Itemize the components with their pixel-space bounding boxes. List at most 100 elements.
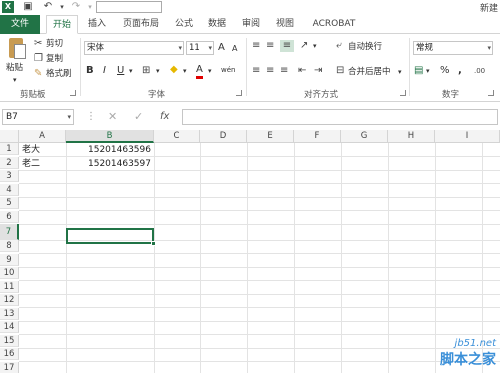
redo-icon[interactable]: ↷ (70, 1, 82, 13)
cut-button[interactable]: 剪切 (46, 38, 63, 50)
cell-a1[interactable]: 老大 (22, 144, 64, 156)
shrink-font-button[interactable]: A (232, 43, 237, 55)
grow-font-button[interactable]: A (218, 42, 225, 54)
font-color-dropdown-icon[interactable]: ▾ (208, 65, 212, 77)
align-center-icon[interactable]: ≡ (266, 65, 274, 77)
formula-input[interactable] (182, 109, 498, 125)
tab-review[interactable]: 审阅 (236, 15, 266, 34)
merge-dropdown-icon[interactable]: ▾ (398, 66, 402, 78)
worksheet-grid[interactable]: A B C D E F G H I 1 2 3 4 5 6 7 8 9 10 1… (0, 130, 500, 373)
row-header-7[interactable]: 7 (0, 224, 19, 240)
name-box[interactable]: B7 ▾ (2, 109, 74, 125)
column-header-e[interactable]: E (247, 130, 294, 143)
select-all-corner[interactable] (0, 130, 19, 143)
borders-dropdown-icon[interactable]: ▾ (156, 65, 160, 77)
copy-icon[interactable]: ❐ (34, 53, 43, 65)
row-header-11[interactable]: 11 (0, 280, 19, 293)
number-format-select[interactable]: 常规 ▾ (413, 41, 493, 55)
row-header-4[interactable]: 4 (0, 183, 19, 196)
row-header-6[interactable]: 6 (0, 210, 19, 223)
column-header-f[interactable]: F (294, 130, 341, 143)
fill-color-dropdown-icon[interactable]: ▾ (183, 65, 187, 77)
paste-dropdown-icon[interactable]: ▾ (13, 74, 17, 86)
paste-button[interactable]: 粘贴 (6, 62, 23, 74)
font-launcher-icon[interactable] (236, 90, 242, 96)
tab-insert[interactable]: 插入 (82, 15, 112, 34)
row-header-1[interactable]: 1 (0, 143, 19, 155)
tab-page-layout[interactable]: 页面布局 (116, 15, 166, 34)
row-header-9[interactable]: 9 (0, 253, 19, 266)
fill-color-icon[interactable]: ◆ (170, 64, 178, 76)
row-header-14[interactable]: 14 (0, 321, 19, 333)
fill-handle[interactable] (151, 241, 156, 246)
column-header-b[interactable]: B (66, 130, 154, 143)
format-painter-button[interactable]: 格式刷 (46, 68, 72, 80)
column-header-c[interactable]: C (154, 130, 200, 143)
column-header-a[interactable]: A (19, 130, 66, 143)
column-header-d[interactable]: D (200, 130, 247, 143)
wrap-text-button[interactable]: 自动换行 (348, 41, 382, 53)
underline-button[interactable]: U (117, 65, 124, 77)
alignment-launcher-icon[interactable] (400, 90, 406, 96)
italic-button[interactable]: I (103, 65, 106, 77)
merge-center-icon[interactable]: ⊟ (336, 65, 344, 77)
clipboard-launcher-icon[interactable] (70, 90, 76, 96)
accounting-format-icon[interactable]: ▤ (414, 65, 423, 77)
row-header-15[interactable]: 15 (0, 334, 19, 347)
save-icon[interactable]: ▣ (22, 1, 34, 13)
undo-icon[interactable]: ↶ (42, 1, 54, 13)
increase-decimal-icon[interactable]: .00 (474, 65, 485, 77)
align-middle-icon[interactable]: ≡ (266, 40, 274, 52)
percent-button[interactable]: % (440, 65, 450, 77)
wrap-text-icon[interactable]: ⤶ (336, 40, 342, 52)
column-header-g[interactable]: G (341, 130, 388, 143)
font-size-select[interactable]: 11 ▾ (186, 41, 214, 55)
align-top-icon[interactable]: ≡ (252, 40, 260, 52)
borders-icon[interactable]: ⊞ (142, 65, 150, 77)
quick-access-box[interactable] (96, 1, 162, 13)
cell-b1[interactable]: 15201463596 (68, 144, 151, 156)
bold-button[interactable]: B (86, 65, 94, 77)
column-header-i[interactable]: I (435, 130, 500, 143)
tab-view[interactable]: 视图 (270, 15, 300, 34)
decrease-indent-icon[interactable]: ⇤ (298, 65, 306, 77)
row-header-5[interactable]: 5 (0, 197, 19, 209)
phonetic-button[interactable]: wén (221, 64, 235, 76)
row-header-3[interactable]: 3 (0, 170, 19, 182)
tab-acrobat[interactable]: ACROBAT (306, 15, 362, 34)
align-left-icon[interactable]: ≡ (252, 65, 260, 77)
row-header-2[interactable]: 2 (0, 156, 19, 169)
tab-home[interactable]: 开始 (46, 15, 78, 34)
comma-button[interactable]: , (458, 65, 462, 77)
number-launcher-icon[interactable] (488, 90, 494, 96)
align-right-icon[interactable]: ≡ (280, 65, 288, 77)
row-header-13[interactable]: 13 (0, 307, 19, 320)
tab-data[interactable]: 数据 (202, 15, 232, 34)
copy-button[interactable]: 复制 (46, 53, 63, 65)
format-painter-icon[interactable]: ✎ (34, 68, 42, 80)
tab-formulas[interactable]: 公式 (170, 15, 198, 34)
row-header-17[interactable]: 17 (0, 361, 19, 373)
orientation-dropdown-icon[interactable]: ▾ (313, 40, 317, 52)
orientation-icon[interactable]: ↗ (300, 40, 308, 52)
row-header-8[interactable]: 8 (0, 240, 19, 252)
column-header-h[interactable]: H (388, 130, 435, 143)
row-header-10[interactable]: 10 (0, 267, 19, 279)
insert-function-button[interactable]: fx (160, 111, 169, 123)
row-header-16[interactable]: 16 (0, 348, 19, 360)
redo-dropdown-icon[interactable]: ▾ (84, 1, 96, 13)
row-header-12[interactable]: 12 (0, 294, 19, 306)
undo-dropdown-icon[interactable]: ▾ (56, 1, 68, 13)
active-cell-b7[interactable] (66, 228, 156, 246)
accounting-dropdown-icon[interactable]: ▾ (426, 65, 430, 77)
increase-indent-icon[interactable]: ⇥ (314, 65, 322, 77)
font-name-select[interactable]: 宋体 ▾ (84, 41, 184, 55)
merge-center-button[interactable]: 合并后居中 (348, 66, 391, 78)
tab-file[interactable]: 文件 (0, 15, 40, 34)
align-bottom-icon[interactable]: ≡ (280, 40, 294, 52)
cut-icon[interactable]: ✂ (34, 38, 42, 50)
cancel-icon[interactable]: ✕ (108, 111, 117, 123)
enter-icon[interactable]: ✓ (134, 111, 143, 123)
font-color-button[interactable]: A (196, 64, 203, 79)
paste-icon[interactable] (6, 38, 26, 60)
